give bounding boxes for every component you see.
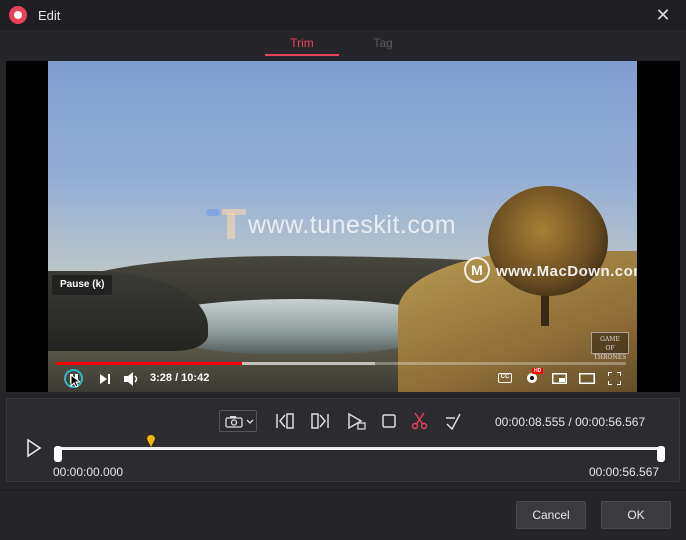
tab-trim[interactable]: Trim <box>265 36 339 56</box>
mouse-cursor-icon <box>70 374 80 388</box>
trim-start-time: 00:00:00.000 <box>53 465 124 479</box>
camera-icon <box>225 416 243 428</box>
theater-icon[interactable] <box>579 373 595 384</box>
trim-end-time: 00:00:56.567 <box>589 465 660 479</box>
tab-tag[interactable]: Tag <box>346 36 420 50</box>
video-preview[interactable]: www.tuneskit.com M www.MacDown.com GAME … <box>6 61 680 392</box>
played-fill <box>56 362 242 365</box>
macdown-logo-icon: M <box>464 257 490 283</box>
play-button[interactable] <box>25 438 43 458</box>
cut-icon[interactable] <box>409 410 431 432</box>
ok-button[interactable]: OK <box>601 501 671 529</box>
current-time-readout: 00:00:08.555 / 00:00:56.567 <box>495 415 646 429</box>
cancel-button[interactable]: Cancel <box>516 501 586 529</box>
player-controls: 3:28 / 10:42 CC HD <box>48 368 637 390</box>
restore-icon[interactable] <box>442 410 464 432</box>
close-button[interactable]: ✕ <box>654 6 672 24</box>
chevron-down-icon <box>246 419 254 424</box>
preview-segment-icon[interactable] <box>345 410 367 432</box>
trim-track[interactable] <box>58 447 661 450</box>
trim-start-handle[interactable] <box>54 446 62 462</box>
video-frame-image: www.tuneskit.com M www.MacDown.com GAME … <box>48 61 637 392</box>
trim-end-handle[interactable] <box>657 446 665 462</box>
playhead-marker[interactable] <box>146 433 156 447</box>
miniplayer-icon[interactable] <box>552 373 567 384</box>
window-title: Edit <box>38 8 61 23</box>
channel-logo: GAME OF THRONES <box>591 332 629 361</box>
set-start-icon[interactable] <box>274 410 296 432</box>
tuneskit-watermark: www.tuneskit.com <box>248 211 457 239</box>
set-end-icon[interactable] <box>309 410 331 432</box>
player-time: 3:28 / 10:42 <box>150 372 210 384</box>
title-bar: Edit ✕ <box>0 0 686 30</box>
pause-tooltip: Pause (k) <box>52 275 113 295</box>
close-icon: ✕ <box>655 5 671 25</box>
next-icon[interactable] <box>100 374 111 384</box>
tab-bar: Trim Tag <box>0 30 686 56</box>
stop-icon[interactable] <box>378 410 400 432</box>
app-logo-icon <box>9 6 27 24</box>
captions-icon[interactable]: CC <box>498 373 512 383</box>
hd-badge: HD <box>532 368 544 374</box>
snapshot-button[interactable] <box>219 410 257 432</box>
tuneskit-logo-icon <box>206 207 246 243</box>
fullscreen-icon[interactable] <box>608 372 621 385</box>
volume-icon[interactable] <box>124 372 140 386</box>
macdown-watermark: www.MacDown.com <box>496 263 637 280</box>
video-progress-bar[interactable] <box>56 362 626 365</box>
